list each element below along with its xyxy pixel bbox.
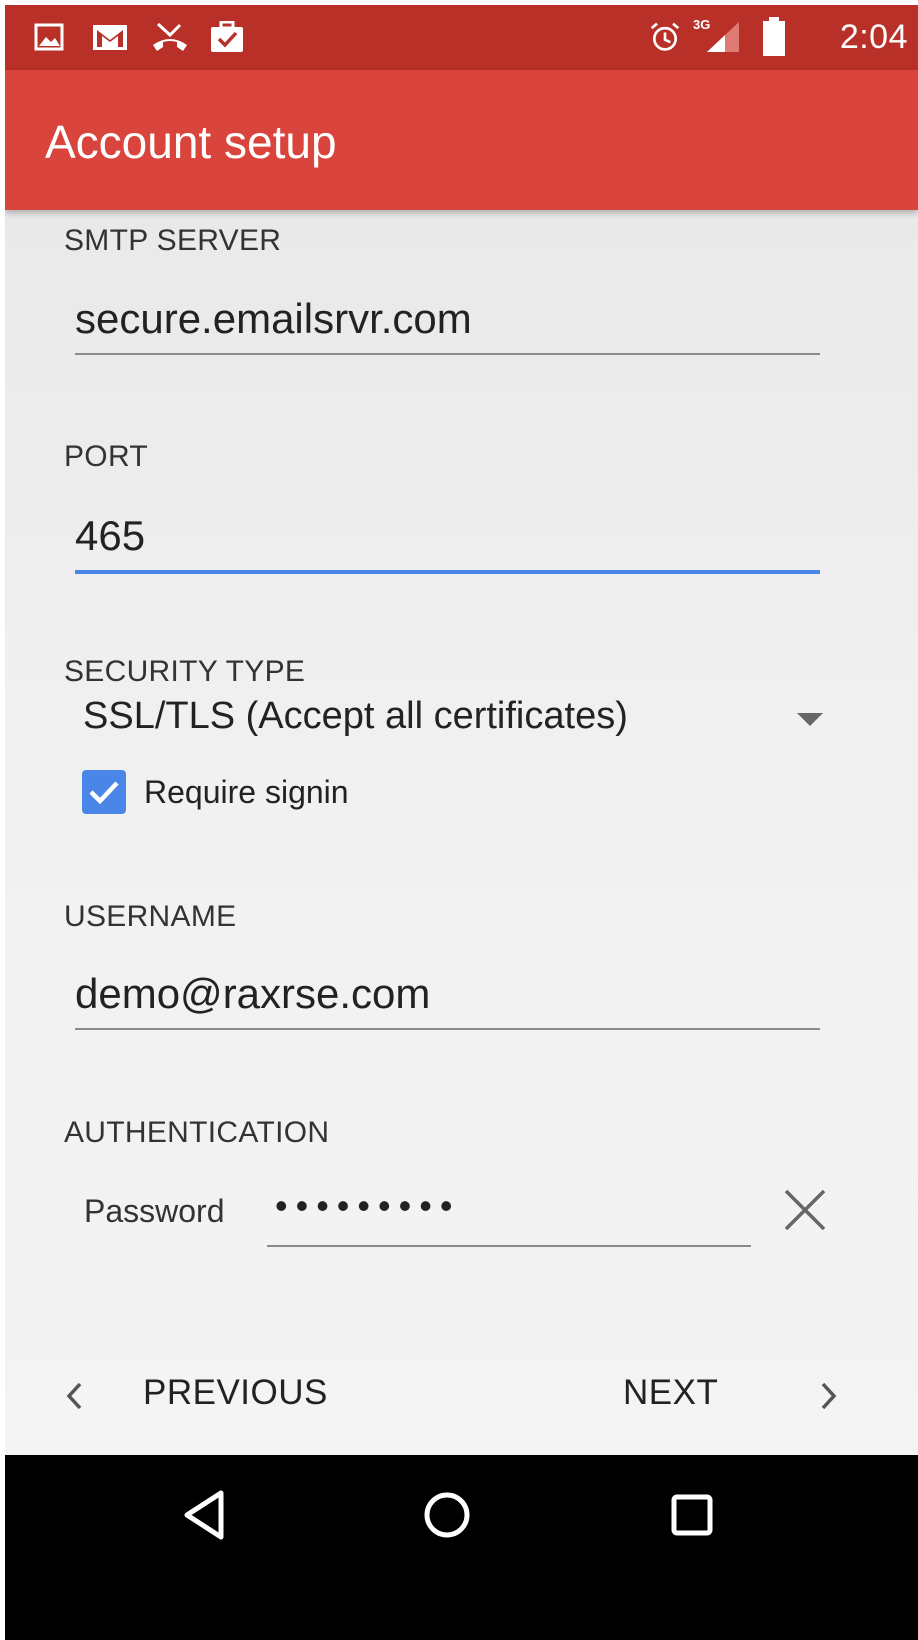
clear-password-icon[interactable] <box>780 1185 830 1235</box>
image-icon <box>34 23 64 51</box>
smtp-server-input[interactable]: secure.emailsrvr.com <box>75 280 820 355</box>
chevron-left-icon <box>66 1382 82 1410</box>
home-icon[interactable] <box>417 1485 477 1545</box>
status-bar: 3G 2:04 <box>5 5 918 70</box>
briefcase-check-icon <box>211 21 243 52</box>
next-button[interactable]: NEXT <box>623 1340 843 1445</box>
chevron-right-icon <box>821 1382 837 1410</box>
security-type-label: SECURITY TYPE <box>64 655 306 688</box>
next-label: NEXT <box>623 1373 719 1412</box>
previous-button[interactable]: PREVIOUS <box>60 1340 360 1445</box>
previous-label: PREVIOUS <box>143 1373 328 1412</box>
port-input[interactable]: 465 <box>75 495 820 574</box>
account-setup-form: SMTP SERVER secure.emailsrvr.com PORT 46… <box>5 210 918 1525</box>
app-toolbar: Account setup <box>5 70 918 210</box>
username-input[interactable]: demo@raxrse.com <box>75 955 820 1030</box>
smtp-server-value: secure.emailsrvr.com <box>75 295 472 342</box>
smtp-server-label: SMTP SERVER <box>64 224 282 257</box>
wizard-navigation: PREVIOUS NEXT <box>5 1340 918 1445</box>
password-label: Password <box>84 1193 225 1229</box>
alarm-icon <box>650 22 680 51</box>
back-icon[interactable] <box>175 1485 235 1545</box>
password-input[interactable]: ••••••••• <box>267 1165 751 1247</box>
password-value: ••••••••• <box>275 1185 461 1226</box>
authentication-label: AUTHENTICATION <box>64 1116 330 1149</box>
security-type-select[interactable]: SSL/TLS (Accept all certificates) <box>83 695 823 755</box>
system-navigation-bar <box>5 1455 918 1640</box>
app-frame: 3G 2:04 Account setup SMTP SERVER secure… <box>5 5 918 1640</box>
dropdown-arrow-icon <box>797 713 823 726</box>
require-signin-checkbox[interactable] <box>82 770 126 814</box>
battery-icon <box>763 17 785 56</box>
username-value: demo@raxrse.com <box>75 970 431 1017</box>
port-label: PORT <box>64 440 148 473</box>
missed-call-icon <box>153 22 187 51</box>
port-value: 465 <box>75 512 146 559</box>
require-signin-label: Require signin <box>144 774 349 810</box>
page-title: Account setup <box>45 116 337 168</box>
gmail-icon <box>93 25 127 50</box>
signal-icon <box>707 22 739 52</box>
checkmark-icon <box>89 781 119 805</box>
username-label: USERNAME <box>64 900 237 933</box>
security-type-value: SSL/TLS (Accept all certificates) <box>83 695 628 737</box>
recents-icon[interactable] <box>662 1485 722 1545</box>
clock: 2:04 <box>839 18 908 56</box>
